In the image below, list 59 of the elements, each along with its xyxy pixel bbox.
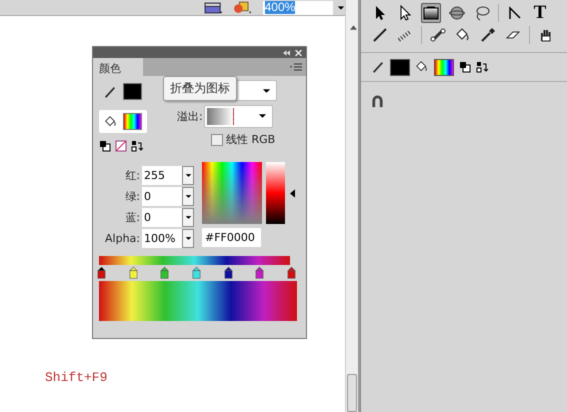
gradient-tool-icon[interactable] xyxy=(421,3,441,23)
dropdown-arrow-icon[interactable] xyxy=(337,4,345,10)
slider-arrow-icon[interactable] xyxy=(290,188,295,198)
swap-colors-icon[interactable] xyxy=(131,140,143,152)
eyedropper-tool-icon[interactable] xyxy=(479,26,497,44)
shortcut-text: Shift+F9 xyxy=(45,370,108,385)
no-color-icon[interactable] xyxy=(115,140,127,152)
default-colors-icon[interactable] xyxy=(99,140,111,152)
color-spectrum[interactable] xyxy=(202,162,262,224)
channel-dropdown-button[interactable] xyxy=(182,229,194,248)
dropdown-arrow-icon xyxy=(258,113,267,119)
channel-label: 红: xyxy=(124,168,141,183)
channel-dropdown-button[interactable] xyxy=(182,208,194,227)
linear-rgb-checkbox[interactable] xyxy=(211,134,223,146)
scrollbar-thumb[interactable] xyxy=(347,374,357,412)
hex-field[interactable]: #FF0000 xyxy=(202,228,261,247)
swap-colors-icon[interactable] xyxy=(476,61,488,73)
channel-field[interactable]: 0 xyxy=(142,187,182,206)
dropdown-arrow-icon xyxy=(262,88,271,94)
dropdown-arrow-icon xyxy=(184,173,192,178)
channel-label: 绿: xyxy=(124,189,141,204)
bucket-icon xyxy=(103,114,117,128)
brightness-slider[interactable] xyxy=(266,162,285,224)
channel-dropdown-button[interactable] xyxy=(182,187,194,206)
text-tool[interactable]: T xyxy=(531,4,549,22)
channel-dropdown-button[interactable] xyxy=(182,166,194,185)
pencil-icon[interactable] xyxy=(371,60,385,74)
stroke-swatch[interactable] xyxy=(390,58,410,76)
pencil-icon xyxy=(103,84,117,98)
close-icon[interactable] xyxy=(295,50,302,56)
fill-swatch[interactable] xyxy=(434,58,454,76)
tooltip: 折叠为图标 xyxy=(163,76,237,101)
overflow-label: 溢出: xyxy=(177,109,203,124)
collapse-icon[interactable] xyxy=(283,50,290,56)
sphere-tool-icon[interactable] xyxy=(448,4,466,22)
channel-label: Alpha: xyxy=(104,232,141,245)
magnet-icon[interactable] xyxy=(371,94,384,109)
shapes-icon[interactable] xyxy=(233,1,253,14)
dropdown-arrow-icon xyxy=(184,215,192,220)
linear-rgb-label: 线性 RGB xyxy=(226,132,276,147)
channel-field[interactable]: 100% xyxy=(142,229,182,248)
gradient-bar[interactable] xyxy=(99,256,290,265)
scroll-up-icon[interactable] xyxy=(350,25,357,30)
panel-tab[interactable]: 颜色 xyxy=(93,58,143,76)
brush-tool-icon[interactable] xyxy=(371,26,389,44)
zoom-field[interactable]: 400% xyxy=(262,0,334,14)
gradient-stop[interactable] xyxy=(224,266,233,279)
channel-label: 蓝: xyxy=(124,210,141,225)
channel-field[interactable]: 255 xyxy=(142,166,182,185)
overflow-dropdown[interactable] xyxy=(204,105,273,128)
bone-tool-icon[interactable] xyxy=(429,26,447,44)
menu-icon[interactable] xyxy=(290,63,302,71)
dropdown-arrow-icon xyxy=(184,236,192,241)
channel-field[interactable]: 0 xyxy=(142,208,182,227)
default-colors-icon[interactable] xyxy=(459,61,471,73)
fill-color-button[interactable] xyxy=(99,110,147,133)
dropdown-arrow-icon xyxy=(184,194,192,199)
gradient-stop[interactable] xyxy=(97,266,106,279)
bucket-icon[interactable] xyxy=(415,60,429,74)
